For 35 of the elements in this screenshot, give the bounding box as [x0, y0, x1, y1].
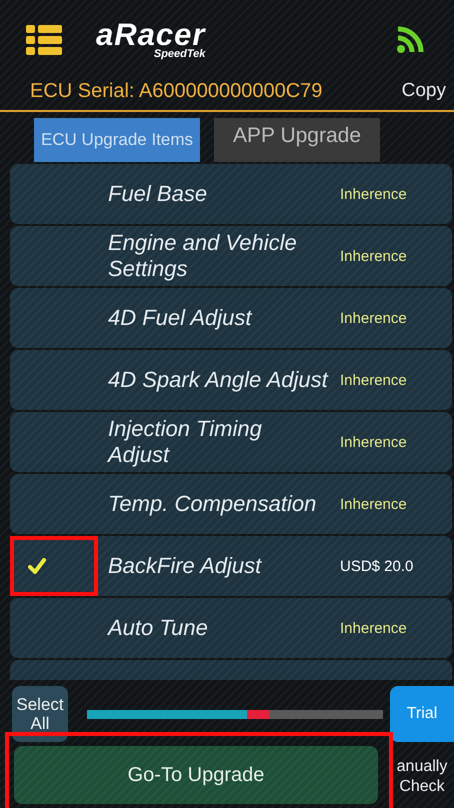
item-name: Engine and Vehicle Settings [107, 230, 298, 282]
wifi-icon[interactable] [396, 26, 424, 54]
ecu-serial: ECU Serial: A600000000000C79 [30, 80, 322, 102]
item-price: Inherence [340, 434, 408, 450]
upgrade-item-row[interactable]: Injection Timing Adjust Inherence [10, 412, 452, 472]
progress-marker [246, 710, 269, 718]
item-price: Inherence [340, 310, 408, 326]
item-price: Inherence [340, 620, 408, 636]
item-name: Temp. Compensation [107, 491, 318, 517]
upgrade-item-row[interactable]: Fuel Base Inherence [10, 164, 452, 224]
brand-logo: aRacer SpeedTek [96, 20, 206, 60]
tab[interactable]: APP Upgrade [214, 118, 380, 162]
upgrade-item-row[interactable]: Engine and Vehicle Settings Inherence [10, 226, 452, 286]
copy-button[interactable]: Copy [402, 80, 446, 102]
item-name: Injection Timing Adjust [106, 416, 263, 468]
upgrade-item-row[interactable]: Auto Tune Inherence [10, 598, 452, 658]
item-price: Inherence [340, 372, 408, 388]
item-name: 4D Fuel Adjust [107, 305, 254, 331]
item-price: Inherence [340, 186, 408, 202]
go-to-upgrade-button[interactable]: Go-To Upgrade [14, 746, 378, 804]
manual-check-label[interactable]: anually Check [390, 757, 454, 797]
item-price: USD$ 20.0 [340, 558, 414, 574]
upgrade-item-row[interactable]: 4D Fuel Adjust Inherence [10, 288, 452, 348]
item-name: Auto Tune [106, 615, 209, 641]
check-icon [28, 558, 46, 574]
menu-icon[interactable] [26, 25, 62, 55]
item-price: Inherence [340, 496, 408, 512]
upgrade-item-row[interactable]: Temp. Compensation Inherence [10, 474, 452, 534]
upgrade-item-row[interactable]: 4D Spark Angle Adjust Inherence [10, 350, 452, 410]
select-all-button[interactable]: Select All [12, 686, 68, 742]
item-name: 4D Spark Angle Adjust [107, 367, 330, 393]
upgrade-item-row[interactable]: BackFire Adjust USD$ 20.0 [10, 536, 452, 596]
item-name: Fuel Base [107, 181, 208, 207]
item-price: Inherence [340, 248, 408, 264]
item-name: BackFire Adjust [107, 553, 263, 579]
